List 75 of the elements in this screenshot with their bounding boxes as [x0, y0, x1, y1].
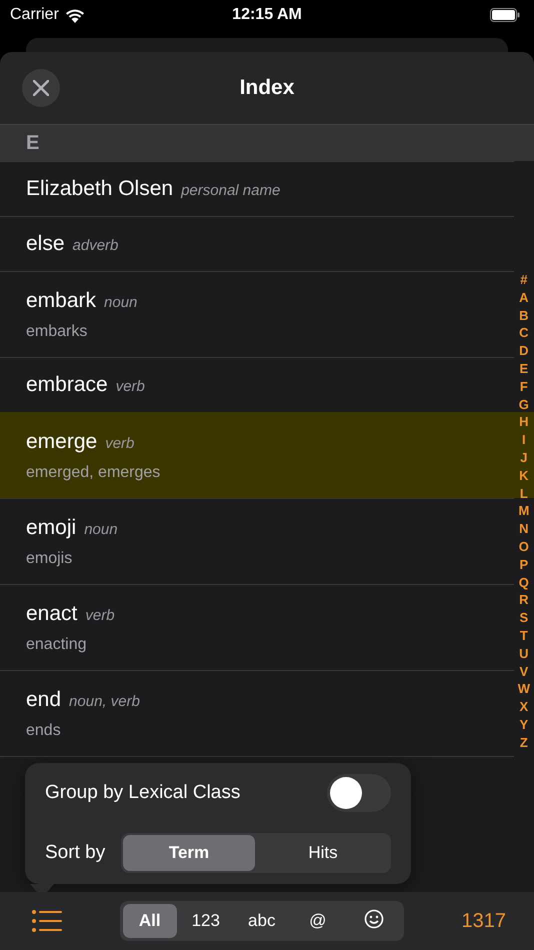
- entry-forms: enacting: [26, 636, 88, 654]
- index-entry[interactable]: enact verb enacting: [0, 584, 514, 670]
- index-letter[interactable]: X: [520, 698, 528, 716]
- index-letter[interactable]: N: [519, 520, 529, 538]
- entry-term: enact: [26, 602, 78, 626]
- entry-class: noun: [84, 520, 118, 538]
- filter-option[interactable]: All: [122, 904, 177, 938]
- entry-term: emerge: [26, 430, 98, 454]
- index-entry[interactable]: emoji noun emojis: [0, 498, 514, 584]
- index-letter[interactable]: D: [519, 342, 529, 360]
- index-letter[interactable]: W: [518, 680, 530, 698]
- group-toggle[interactable]: [327, 774, 391, 812]
- index-letter[interactable]: I: [522, 431, 526, 449]
- index-letter[interactable]: B: [519, 306, 529, 324]
- index-entry[interactable]: end noun, verb ends: [0, 670, 514, 756]
- entry-forms: emojis: [26, 550, 74, 568]
- entry-class: adverb: [72, 237, 118, 254]
- clock-time: 12:15 AM: [232, 6, 302, 23]
- entry-class: verb: [85, 606, 115, 624]
- list-icon: [32, 910, 62, 932]
- smiley-icon: [364, 908, 384, 928]
- index-letter[interactable]: U: [519, 644, 529, 663]
- entry-term: end: [26, 688, 62, 712]
- index-letter[interactable]: R: [519, 591, 529, 610]
- section-letter: E: [26, 132, 40, 154]
- entry-term: emoji: [26, 516, 76, 540]
- index-letter[interactable]: O: [518, 538, 529, 556]
- index-letter[interactable]: H: [519, 413, 529, 432]
- filter-option[interactable]: @: [290, 904, 345, 938]
- filter-option[interactable]: 123: [178, 904, 233, 938]
- entry-class: personal name: [181, 182, 280, 199]
- list-button[interactable]: [32, 910, 62, 932]
- entry-forms: ends: [26, 722, 62, 740]
- index-letter[interactable]: K: [519, 466, 529, 485]
- index-letter[interactable]: P: [520, 556, 528, 574]
- entry-term: embrace: [26, 373, 108, 397]
- index-letter[interactable]: E: [520, 360, 528, 378]
- index-letter[interactable]: C: [519, 324, 529, 342]
- index-letter[interactable]: G: [518, 396, 529, 414]
- index-letter[interactable]: Z: [520, 734, 528, 752]
- close-icon: [33, 80, 49, 96]
- filter-option[interactable]: abc: [234, 904, 289, 938]
- sheet-title: Index: [240, 76, 294, 100]
- entry-class: verb: [105, 434, 134, 452]
- close-button[interactable]: [22, 69, 60, 107]
- index-letter[interactable]: A: [519, 288, 529, 307]
- entry-term: else: [26, 232, 65, 256]
- index-letter[interactable]: Y: [520, 716, 528, 734]
- entry-term: embark: [26, 288, 96, 312]
- entry-count: 1317: [462, 910, 506, 932]
- index-letter[interactable]: #: [520, 271, 528, 289]
- index-letter[interactable]: T: [520, 626, 528, 645]
- sort-option[interactable]: Term: [123, 835, 255, 872]
- index-letter[interactable]: L: [520, 484, 528, 502]
- entry-class: verb: [116, 378, 145, 395]
- battery-icon: [490, 8, 520, 22]
- index-letter[interactable]: F: [520, 378, 528, 396]
- carrier-label: Carrier: [10, 6, 59, 24]
- index-letter[interactable]: M: [518, 502, 530, 520]
- index-entry[interactable]: embark noun embarks: [0, 271, 514, 357]
- index-letter[interactable]: V: [520, 662, 528, 680]
- index-entry[interactable]: else adverb: [0, 216, 514, 271]
- sort-label: Sort by: [45, 842, 106, 864]
- entry-forms: emerged, emerges: [26, 464, 162, 482]
- wifi-icon: [64, 8, 85, 22]
- group-label: Group by Lexical Class: [45, 782, 240, 804]
- entry-class: noun: [104, 294, 138, 310]
- index-letter[interactable]: S: [520, 609, 528, 627]
- entry-term: Elizabeth Olsen: [26, 177, 174, 201]
- index-entry[interactable]: Elizabeth Olsen personal name: [0, 161, 514, 216]
- entry-forms: embarks: [26, 322, 88, 340]
- index-letter[interactable]: Q: [518, 574, 529, 592]
- entry-class: noun, verb: [69, 692, 140, 710]
- sort-option[interactable]: Hits: [257, 835, 389, 872]
- index-letter[interactable]: J: [520, 448, 528, 467]
